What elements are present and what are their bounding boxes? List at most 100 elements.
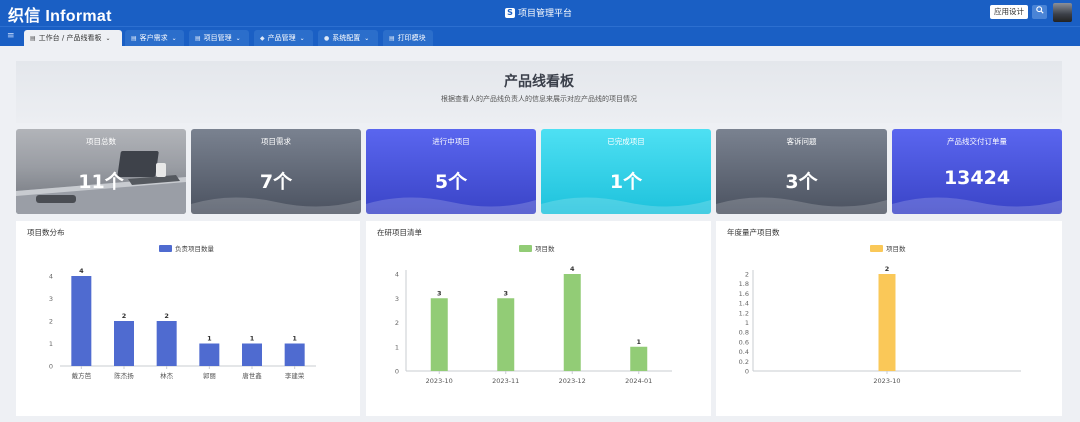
bar bbox=[497, 298, 515, 371]
y-tick-label: 3 bbox=[395, 295, 399, 303]
x-tick-label: 2023-11 bbox=[492, 377, 519, 385]
bar bbox=[630, 346, 648, 371]
stat-card-delivery-orders[interactable]: 产品线交付订单量 13424 bbox=[892, 129, 1062, 214]
page-banner: 产品线看板 根据查看人的产品线负责人的信息来展示对应产品线的项目情况 bbox=[16, 61, 1062, 123]
x-tick-label: 2024-01 bbox=[625, 377, 652, 385]
list-icon: ▤ bbox=[389, 34, 395, 42]
bar bbox=[242, 343, 262, 366]
tab-project-management[interactable]: ▤ 项目管理 ⌄ bbox=[189, 30, 249, 46]
data-label: 1 bbox=[292, 335, 297, 343]
chevron-down-icon: ⌄ bbox=[299, 34, 305, 42]
bar bbox=[878, 274, 896, 371]
tab-customer-requirements[interactable]: ▤ 客户需求 ⌄ bbox=[125, 30, 184, 46]
y-tick-label: 1.6 bbox=[739, 290, 749, 298]
app-logo: 织信 Informat bbox=[8, 8, 112, 25]
x-tick-label: 戴方芭 bbox=[72, 371, 92, 380]
stat-card-value: 1个 bbox=[609, 171, 643, 193]
list-icon: ▤ bbox=[195, 34, 201, 42]
y-tick-label: 0 bbox=[49, 363, 53, 371]
tab-label: 客户需求 bbox=[139, 34, 168, 42]
data-label: 3 bbox=[437, 289, 442, 297]
data-label: 3 bbox=[503, 289, 508, 297]
y-tick-label: 0.4 bbox=[739, 348, 749, 356]
y-tick-label: 1.4 bbox=[739, 300, 749, 308]
stat-card-in-progress[interactable]: 进行中项目 5个 bbox=[366, 129, 536, 214]
wave-decoration bbox=[366, 197, 536, 214]
x-tick-label: 2023-10 bbox=[426, 377, 453, 385]
y-tick-label: 3 bbox=[49, 295, 53, 303]
tab-label: 产品管理 bbox=[267, 34, 296, 42]
bar bbox=[156, 321, 177, 366]
data-label: 2 bbox=[122, 312, 127, 320]
y-tick-label: 0 bbox=[395, 368, 399, 376]
tab-label: 工作台 / 产品线看板 bbox=[38, 34, 102, 42]
stat-card-label: 项目总数 bbox=[86, 137, 116, 146]
y-tick-label: 0.8 bbox=[739, 329, 749, 337]
tab-product-management[interactable]: ◆ 产品管理 ⌄ bbox=[254, 30, 313, 46]
stat-card-label: 客诉问题 bbox=[786, 137, 817, 146]
chevron-down-icon: ⌄ bbox=[235, 34, 241, 42]
bar-chart-annual: 00.20.40.60.811.21.41.61.8222023-10 bbox=[739, 265, 1021, 385]
stat-card-total-projects[interactable]: 项目总数 11个 bbox=[16, 129, 186, 214]
bar bbox=[284, 343, 305, 366]
panel-annual-production: 年度量产项目数 项目数 0 0.2 0.4 0.6 0.8 1 1.2 1.4 1.6 1.8 2 2… bbox=[716, 221, 1062, 416]
stat-card-complaints[interactable]: 客诉问题 3个 bbox=[716, 129, 887, 214]
stat-card-project-requirements[interactable]: 项目需求 7个 bbox=[191, 129, 361, 214]
y-tick-label: 4 bbox=[395, 271, 399, 279]
app-title: S 项目管理平台 bbox=[505, 6, 572, 19]
menu-toggle-icon[interactable]: ≡ bbox=[7, 31, 15, 41]
y-tick-label: 4 bbox=[49, 273, 53, 281]
stat-card-label: 产品线交付订单量 bbox=[947, 137, 1007, 146]
stat-card-label: 已完成项目 bbox=[607, 137, 645, 146]
y-tick-label: 1 bbox=[395, 343, 399, 351]
y-tick-label: 0.6 bbox=[739, 338, 749, 346]
tab-system-config[interactable]: ● 系统配置 ⌄ bbox=[318, 30, 378, 46]
wave-decoration bbox=[716, 197, 887, 214]
y-tick-label: 2 bbox=[49, 318, 53, 326]
diamond-icon: ◆ bbox=[260, 34, 265, 42]
panel-in-progress-projects: 在研项目清单 项目数 0 1 2 3 4 3 2023-10 3 2023-11 4 2023-12… bbox=[366, 221, 711, 416]
chevron-down-icon: ⌄ bbox=[364, 34, 370, 42]
search-icon[interactable] bbox=[1032, 5, 1047, 19]
page-title: 产品线看板 bbox=[504, 74, 574, 90]
y-tick-label: 0.2 bbox=[739, 358, 749, 366]
stat-card-completed[interactable]: 已完成项目 1个 bbox=[541, 129, 711, 214]
page-subtitle: 根据查看人的产品线负责人的信息来展示对应产品线的项目情况 bbox=[441, 95, 637, 103]
bar bbox=[71, 276, 92, 366]
x-tick-label: 林杰 bbox=[160, 371, 174, 380]
y-tick-label: 1.8 bbox=[739, 280, 749, 288]
y-tick-label: 2 bbox=[745, 271, 749, 279]
tab-label: 系统配置 bbox=[332, 34, 361, 42]
panel-project-distribution: 项目数分布 负责项目数量 0 1 2 3 4 4 戴方芭 2 陈杰扬 2 林杰 1 郭丽 1 唐世鑫 1 李建荣 bbox=[16, 221, 360, 416]
data-label: 4 bbox=[79, 267, 84, 275]
x-tick-label: 郭丽 bbox=[203, 371, 217, 380]
stat-card-value: 5个 bbox=[434, 171, 468, 193]
stat-card-value: 13424 bbox=[943, 167, 1011, 189]
wave-decoration bbox=[191, 197, 361, 214]
top-bar: 织信 Informat S 项目管理平台 应用设计 bbox=[0, 0, 1080, 26]
data-label: 2 bbox=[885, 265, 890, 273]
tab-label: 项目管理 bbox=[203, 34, 232, 42]
x-tick-label: 唐世鑫 bbox=[242, 371, 262, 380]
avatar[interactable] bbox=[1053, 3, 1072, 22]
y-tick-label: 2 bbox=[395, 319, 399, 327]
tab-label: 打印模块 bbox=[397, 34, 426, 42]
workbench-icon: ▤ bbox=[30, 34, 36, 42]
y-tick-label: 1.2 bbox=[739, 309, 749, 317]
data-label: 1 bbox=[636, 338, 641, 346]
x-tick-label: 2023-10 bbox=[873, 377, 900, 385]
list-icon: ▤ bbox=[131, 34, 137, 42]
chevron-down-icon: ⌄ bbox=[105, 34, 111, 42]
tab-workbench[interactable]: ▤ 工作台 / 产品线看板 ⌄ bbox=[24, 30, 122, 46]
person-icon: ● bbox=[324, 34, 330, 42]
tab-print-module[interactable]: ▤ 打印模块 bbox=[383, 30, 433, 46]
bar bbox=[199, 343, 220, 366]
chevron-down-icon: ⌄ bbox=[171, 34, 177, 42]
app-title-text: 项目管理平台 bbox=[518, 9, 573, 19]
bar bbox=[430, 298, 448, 371]
y-tick-label: 1 bbox=[745, 319, 749, 327]
wave-decoration bbox=[892, 197, 1062, 214]
stat-card-label: 项目需求 bbox=[261, 137, 291, 146]
app-design-button[interactable]: 应用设计 bbox=[990, 5, 1028, 19]
data-label: 1 bbox=[250, 335, 255, 343]
